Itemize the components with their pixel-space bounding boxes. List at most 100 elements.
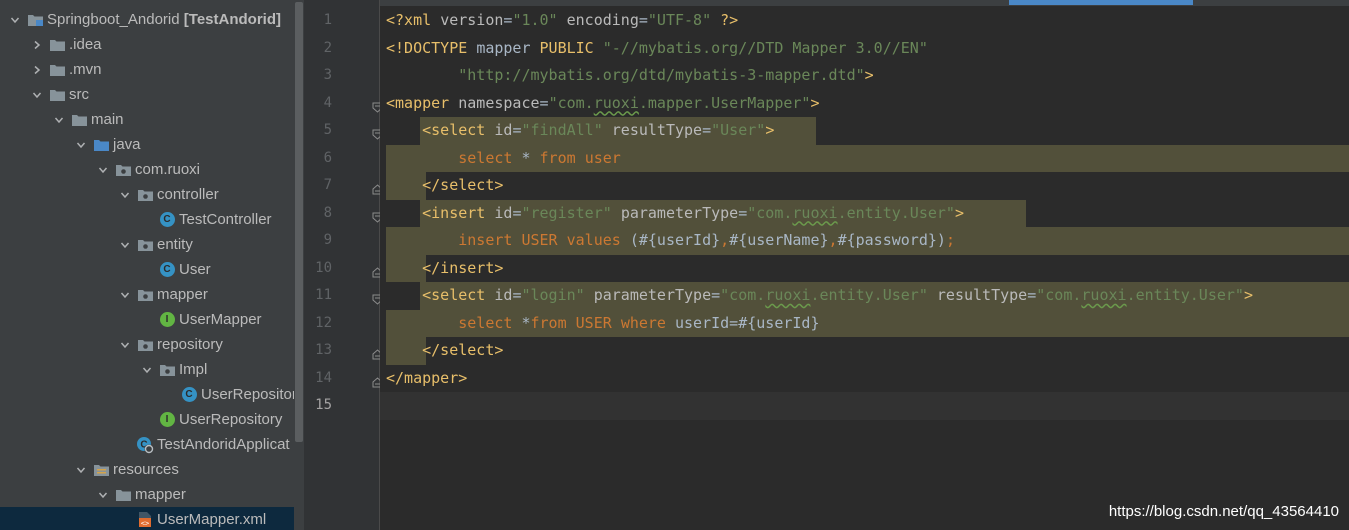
code-editor[interactable]: <?xml version="1.0" encoding="UTF-8" ?> <… [380, 0, 1349, 530]
chevron-down-icon[interactable] [52, 113, 66, 127]
code-line[interactable]: <?xml version="1.0" encoding="UTF-8" ?> [380, 7, 1349, 35]
tree-arrow-spacer [162, 388, 176, 402]
code-line[interactable]: <!DOCTYPE mapper PUBLIC "-//mybatis.org/… [380, 35, 1349, 63]
code-token: id [494, 203, 513, 222]
line-number: 12 [315, 314, 332, 331]
chevron-down-icon[interactable] [30, 88, 44, 102]
tree-node-label: UserRepositor [201, 386, 297, 403]
tree-node-label: .mvn [69, 61, 102, 78]
chevron-down-icon[interactable] [8, 13, 22, 27]
code-line[interactable]: </select> [380, 337, 1349, 365]
class-icon: C [158, 261, 176, 279]
tree-node[interactable]: main [0, 107, 304, 132]
tree-node[interactable]: Springboot_Andorid [TestAndorid] [0, 7, 304, 32]
code-token: </insert> [422, 258, 504, 277]
tree-node[interactable]: C User [0, 257, 304, 282]
code-line[interactable]: select * from user [380, 144, 1349, 172]
chevron-right-icon[interactable] [30, 38, 44, 52]
tree-node[interactable]: C UserRepositor [0, 382, 304, 407]
code-line[interactable]: <mapper namespace="com.ruoxi.mapper.User… [380, 90, 1349, 118]
tree-node[interactable]: entity [0, 232, 304, 257]
tree-node[interactable]: C TestController [0, 207, 304, 232]
tree-node[interactable]: I UserMapper [0, 307, 304, 332]
chevron-down-icon[interactable] [118, 188, 132, 202]
code-line[interactable]: </insert> [380, 254, 1349, 282]
line-number: 6 [323, 149, 332, 166]
code-text: </select> [386, 172, 503, 200]
chevron-down-icon[interactable] [74, 463, 88, 477]
code-token: ; [945, 231, 955, 249]
module-folder-icon [26, 11, 44, 29]
code-token: = [638, 11, 648, 29]
module-name-label: [TestAndorid] [179, 11, 281, 28]
tree-node[interactable]: com.ruoxi [0, 157, 304, 182]
code-line[interactable]: select *from USER where userId=#{userId} [380, 309, 1349, 337]
code-token: , [828, 231, 838, 249]
line-number: 1 [323, 12, 332, 28]
code-token: parameterType [593, 286, 712, 304]
active-tab-indicator[interactable] [1009, 0, 1193, 5]
code-line[interactable]: <insert id="register" parameterType="com… [380, 199, 1349, 227]
chevron-down-icon[interactable] [140, 363, 154, 377]
tree-node[interactable]: C TestAndoridApplicat [0, 432, 304, 457]
tree-node[interactable]: src [0, 82, 304, 107]
code-text: <mapper namespace="com.ruoxi.mapper.User… [386, 90, 820, 118]
tree-node[interactable]: mapper [0, 482, 304, 507]
line-number: 11 [315, 287, 332, 303]
code-line[interactable]: <select id="findAll" resultType="User"> [380, 117, 1349, 145]
code-token: .entity.User" [1126, 286, 1244, 304]
editor-gutter: 1 2 3 4 5 6 7 8 9 10 11 12 13 14 15 [304, 0, 383, 530]
folder-icon [48, 61, 66, 79]
chevron-right-icon[interactable] [30, 63, 44, 77]
tree-node[interactable]: I UserRepository [0, 407, 304, 432]
tree-node-label: controller [157, 186, 219, 203]
tree-node[interactable]: mapper [0, 282, 304, 307]
chevron-down-icon[interactable] [118, 338, 132, 352]
package-icon [136, 186, 154, 204]
code-line[interactable]: "http://mybatis.org/dtd/mybatis-3-mapper… [380, 62, 1349, 90]
package-icon [136, 336, 154, 354]
project-scrollbar[interactable] [294, 0, 304, 530]
tree-node[interactable]: Impl [0, 357, 304, 382]
tree-node-label: Springboot_Andorid [TestAndorid] [47, 11, 281, 28]
tree-node[interactable]: <> UserMapper.xml [0, 507, 304, 530]
chevron-down-icon[interactable] [118, 238, 132, 252]
chevron-down-icon[interactable] [96, 488, 110, 502]
tree-node[interactable]: controller [0, 182, 304, 207]
code-line[interactable]: <select id="login" parameterType="com.ru… [380, 282, 1349, 310]
code-token: mapper [476, 38, 540, 57]
code-text: </mapper> [386, 365, 467, 393]
tree-arrow-spacer [140, 213, 154, 227]
tree-arrow-spacer [140, 263, 154, 277]
tree-node[interactable]: java [0, 132, 304, 157]
chevron-down-icon[interactable] [96, 163, 110, 177]
code-token: <!DOCTYPE [386, 38, 477, 57]
package-icon [136, 236, 154, 254]
code-token: "com. [747, 203, 793, 222]
tree-node[interactable]: repository [0, 332, 304, 357]
code-token: = [539, 93, 549, 112]
chevron-down-icon[interactable] [118, 288, 132, 302]
code-token: = [738, 203, 748, 222]
tree-node[interactable]: resources [0, 457, 304, 482]
chevron-down-icon[interactable] [74, 138, 88, 152]
code-line[interactable]: insert USER values (#{userId},#{userName… [380, 227, 1349, 255]
tree-node[interactable]: .mvn [0, 57, 304, 82]
tree-node-label: com.ruoxi [135, 161, 201, 178]
code-line[interactable]: </select> [380, 172, 1349, 200]
code-text: <?xml version="1.0" encoding="UTF-8" ?> [386, 7, 738, 35]
line-number: 13 [315, 342, 332, 358]
folder-icon [114, 486, 132, 504]
code-line[interactable] [380, 392, 1349, 420]
code-token: ?> [711, 11, 739, 29]
scrollbar-thumb[interactable] [295, 2, 303, 442]
tree-node[interactable]: .idea [0, 32, 304, 57]
code-line[interactable]: </mapper> [380, 365, 1349, 393]
tree-node-label: UserMapper.xml [157, 511, 267, 528]
code-token: </select> [422, 341, 504, 359]
tree-arrow-spacer [118, 438, 132, 452]
